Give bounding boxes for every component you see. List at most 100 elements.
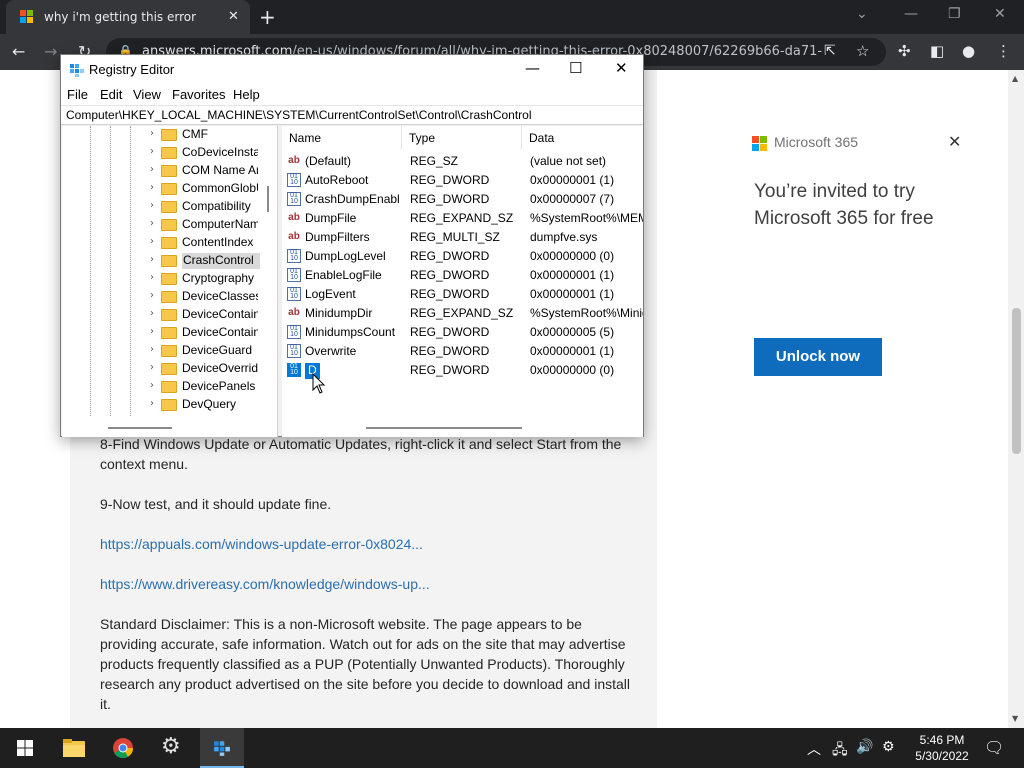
network-icon[interactable]: 🖧 bbox=[832, 739, 848, 763]
menu-view[interactable]: View bbox=[133, 87, 161, 102]
new-tab-icon[interactable]: + bbox=[259, 5, 276, 29]
list-horizontal-thumb[interactable] bbox=[366, 427, 522, 429]
value-data: 0x00000001 (1) bbox=[530, 173, 615, 187]
extensions-icon[interactable]: ✣ bbox=[898, 42, 911, 60]
bookmark-star-icon[interactable]: ☆ bbox=[856, 42, 869, 60]
notifications-icon[interactable]: 🗨 bbox=[984, 738, 1004, 757]
scroll-down-icon[interactable]: ▼ bbox=[1012, 714, 1018, 723]
menu-file[interactable]: File bbox=[67, 87, 88, 102]
show-hidden-icons-icon[interactable]: ︿ bbox=[807, 739, 821, 759]
registry-value-row[interactable]: 01 10 LogEvent REG_DWORD 0x00000001 (1) bbox=[282, 285, 643, 304]
tree-vertical-thumb[interactable] bbox=[267, 186, 269, 212]
forward-icon[interactable]: → bbox=[44, 42, 57, 61]
list-horizontal-scrollbar[interactable] bbox=[282, 420, 643, 436]
tree-item[interactable]: › DeviceContainerPropertyUpdateEvents bbox=[62, 306, 262, 324]
minimize-icon[interactable]: — bbox=[904, 6, 918, 22]
menu-help[interactable]: Help bbox=[233, 87, 260, 102]
promo-close-icon[interactable]: ✕ bbox=[948, 132, 961, 151]
tab-search-icon[interactable]: ⌄ bbox=[856, 6, 868, 22]
registry-value-row[interactable]: 01 10 EnableLogFile REG_DWORD 0x00000001 (1) bbox=[282, 266, 643, 285]
expand-chevron-icon[interactable]: › bbox=[150, 218, 154, 229]
value-type: REG_DWORD bbox=[410, 192, 490, 206]
registry-value-row[interactable]: 01 10 AutoReboot REG_DWORD 0x00000001 (1) bbox=[282, 171, 643, 190]
restore-icon[interactable]: ❐ bbox=[948, 6, 961, 22]
column-type-header[interactable]: Type bbox=[402, 126, 522, 150]
regedit-address-bar[interactable]: Computer\HKEY_LOCAL_MACHINE\SYSTEM\Curre… bbox=[61, 105, 643, 125]
column-data-header[interactable]: Data bbox=[522, 126, 643, 150]
side-panel-icon[interactable]: ◧ bbox=[930, 42, 944, 60]
expand-chevron-icon[interactable]: › bbox=[150, 272, 154, 283]
tree-item[interactable]: › ComputerName bbox=[62, 216, 262, 234]
tree-item[interactable]: › DeviceClasses bbox=[62, 288, 262, 306]
registry-value-row[interactable]: 0110 CrashDumpEnabled REG_DWORD 0x00000007 … bbox=[282, 190, 643, 209]
tree-item[interactable]: › CommonGlobUserSettings bbox=[62, 180, 262, 198]
registry-value-row[interactable]: ab DumpFilters REG_MULTI_SZ dumpfve.sys bbox=[282, 228, 643, 247]
profile-icon[interactable]: ● bbox=[962, 42, 975, 60]
expand-chevron-icon[interactable]: › bbox=[150, 128, 154, 139]
regedit-minimize-icon[interactable]: — bbox=[525, 59, 540, 77]
expand-chevron-icon[interactable]: › bbox=[150, 344, 154, 355]
tree-horizontal-thumb[interactable] bbox=[108, 427, 172, 429]
tree-item[interactable]: › DeviceContainers bbox=[62, 324, 262, 342]
regedit-maximize-icon[interactable]: ☐ bbox=[569, 59, 582, 77]
taskbar-clock[interactable]: 5:46 PM 5/30/2022 bbox=[912, 732, 972, 764]
regedit-close-icon[interactable]: ✕ bbox=[615, 59, 628, 77]
tree-item[interactable]: › DevQuery bbox=[62, 396, 262, 414]
tree-item[interactable]: › CoDeviceInstallers bbox=[62, 144, 262, 162]
expand-chevron-icon[interactable]: › bbox=[150, 254, 154, 265]
back-icon[interactable]: ← bbox=[12, 42, 25, 61]
expand-chevron-icon[interactable]: › bbox=[150, 182, 154, 193]
registry-editor-taskbar-button[interactable] bbox=[200, 728, 244, 768]
expand-chevron-icon[interactable]: › bbox=[150, 146, 154, 157]
tree-item[interactable]: › CrashControl bbox=[62, 252, 262, 270]
regedit-titlebar[interactable]: Registry Editor — ☐ ✕ bbox=[61, 55, 643, 85]
registry-value-row[interactable]: ab (Default) REG_SZ (value not set) bbox=[282, 152, 643, 171]
expand-chevron-icon[interactable]: › bbox=[150, 326, 154, 337]
menu-kebab-icon[interactable]: ⋮ bbox=[996, 42, 1011, 60]
browser-tab[interactable]: why i'm getting this error 0x8024 ✕ bbox=[6, 0, 250, 34]
registry-value-row[interactable]: ab MinidumpDir REG_EXPAND_SZ %SystemRoot%\M… bbox=[282, 304, 643, 323]
file-explorer-button[interactable] bbox=[52, 728, 96, 768]
tree-vertical-scrollbar[interactable] bbox=[261, 126, 277, 416]
expand-chevron-icon[interactable]: › bbox=[150, 290, 154, 301]
tree-item[interactable]: › CMF bbox=[62, 126, 262, 144]
expand-chevron-icon[interactable]: › bbox=[150, 236, 154, 247]
share-icon[interactable]: ⇱ bbox=[824, 43, 836, 59]
expand-chevron-icon[interactable]: › bbox=[150, 380, 154, 391]
tree-item[interactable]: › Cryptography bbox=[62, 270, 262, 288]
registry-path[interactable]: Computer\HKEY_LOCAL_MACHINE\SYSTEM\Curre… bbox=[66, 108, 532, 122]
registry-value-row[interactable]: 01 10 DumpLogLevel REG_DWORD 0x00000000 (0) bbox=[282, 247, 643, 266]
expand-chevron-icon[interactable]: › bbox=[150, 308, 154, 319]
unlock-now-button[interactable]: Unlock now bbox=[754, 338, 882, 376]
drivereasy-link[interactable]: https://www.drivereasy.com/knowledge/win… bbox=[100, 574, 630, 594]
expand-chevron-icon[interactable]: › bbox=[150, 398, 154, 409]
page-scrollbar[interactable]: ▲ ▼ bbox=[1008, 70, 1024, 728]
scroll-thumb[interactable] bbox=[1012, 308, 1021, 454]
tree-item[interactable]: › DeviceGuard bbox=[62, 342, 262, 360]
registry-value-row[interactable]: 01 10 MinidumpsCount REG_DWORD 0x00000005 (5… bbox=[282, 323, 643, 342]
column-name-header[interactable]: Name bbox=[282, 126, 402, 150]
start-button[interactable] bbox=[2, 728, 46, 768]
registry-value-row[interactable]: 01 10 D REG_DWORD 0x00000000 (0) bbox=[282, 361, 643, 380]
tree-item[interactable]: › Compatibility bbox=[62, 198, 262, 216]
expand-chevron-icon[interactable]: › bbox=[150, 164, 154, 175]
settings-button[interactable]: ⚙ bbox=[150, 728, 194, 768]
close-window-icon[interactable]: ✕ bbox=[994, 6, 1006, 22]
expand-chevron-icon[interactable]: › bbox=[150, 200, 154, 211]
tray-settings-icon[interactable]: ⚙ bbox=[882, 739, 895, 755]
scroll-up-icon[interactable]: ▲ bbox=[1012, 74, 1018, 83]
tree-item[interactable]: › COM Name Arbiter bbox=[62, 162, 262, 180]
expand-chevron-icon[interactable]: › bbox=[150, 362, 154, 373]
volume-icon[interactable]: 🔊 bbox=[856, 739, 873, 755]
chrome-button[interactable] bbox=[101, 728, 145, 768]
tree-item[interactable]: › DeviceOverrides bbox=[62, 360, 262, 378]
tree-item[interactable]: › ContentIndex bbox=[62, 234, 262, 252]
tab-close-icon[interactable]: ✕ bbox=[228, 9, 239, 24]
menu-favorites[interactable]: Favorites bbox=[172, 87, 225, 102]
tree-item[interactable]: › DevicePanels bbox=[62, 378, 262, 396]
tree-horizontal-scrollbar[interactable] bbox=[62, 420, 260, 436]
registry-value-row[interactable]: ab DumpFile REG_EXPAND_SZ %SystemRoot%\MEMO… bbox=[282, 209, 643, 228]
appuals-link[interactable]: https://appuals.com/windows-update-error… bbox=[100, 534, 630, 554]
menu-edit[interactable]: Edit bbox=[100, 87, 122, 102]
registry-value-row[interactable]: 01 10 Overwrite REG_DWORD 0x00000001 (1) bbox=[282, 342, 643, 361]
